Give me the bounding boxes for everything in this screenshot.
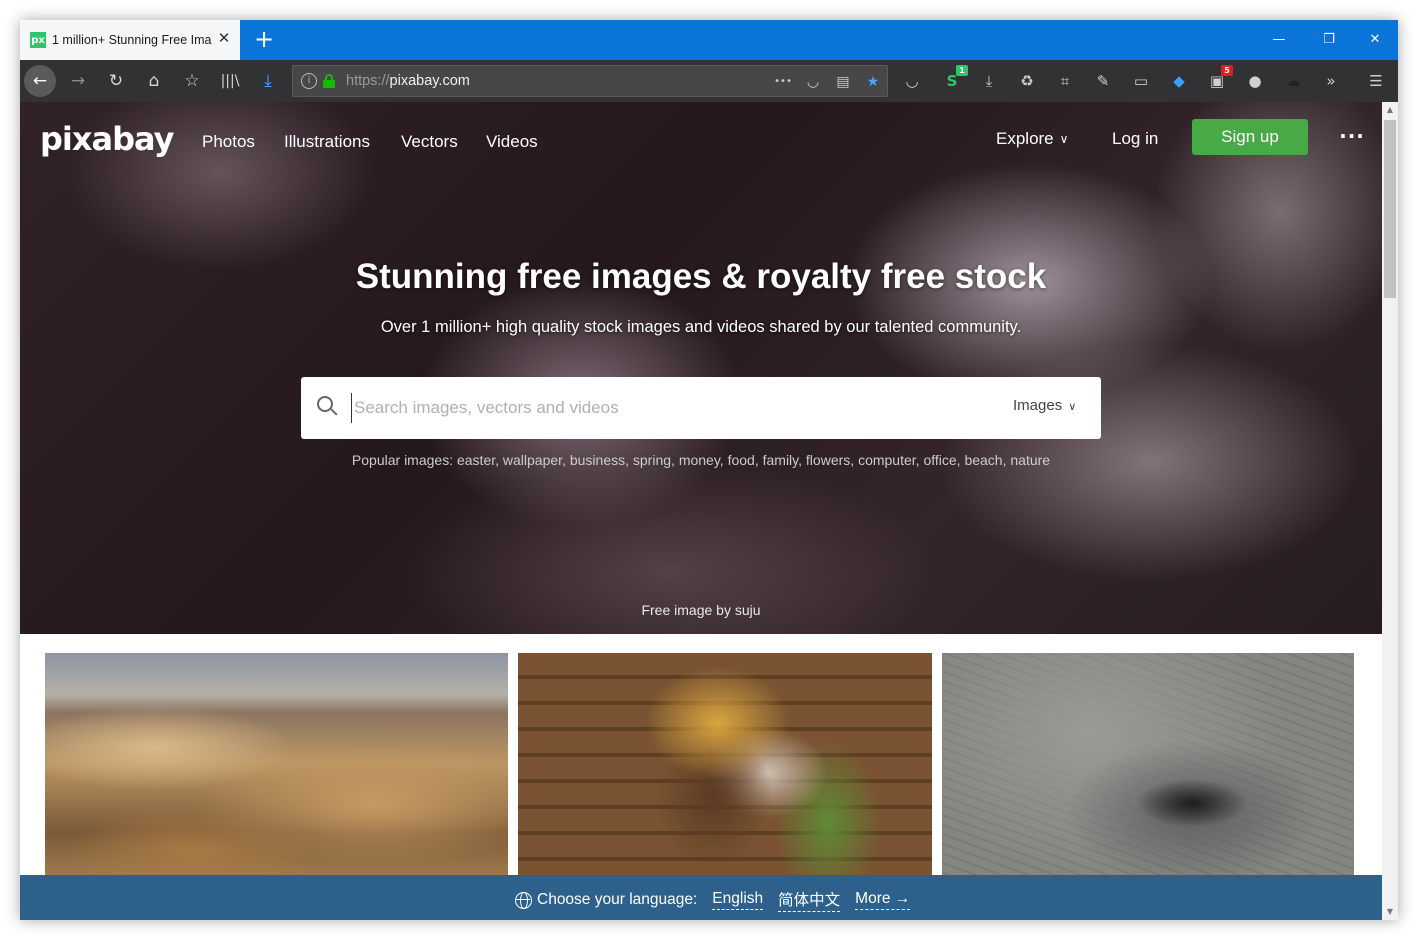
thumbnail-desert[interactable] <box>45 653 508 883</box>
thumbnail-woman[interactable] <box>518 653 932 883</box>
language-chinese[interactable]: 简体中文 <box>778 888 841 912</box>
download-toolbar-icon[interactable]: ⤓ <box>977 69 1001 93</box>
lock-icon[interactable] <box>323 74 335 88</box>
pixabay-favicon-icon: px <box>30 32 46 48</box>
search-type-dropdown[interactable]: Images ∨ <box>1013 397 1076 414</box>
pocket-icon[interactable]: ◡ <box>801 70 825 94</box>
page-actions-icon[interactable]: ••• <box>771 70 795 94</box>
search-box: Images ∨ <box>301 377 1101 439</box>
reader-view-icon[interactable]: ▤ <box>831 70 855 94</box>
scrollbar[interactable]: ▲ ▼ <box>1382 102 1398 920</box>
globe-icon <box>515 891 532 909</box>
popular-tag[interactable]: computer <box>858 452 916 468</box>
diamond-icon[interactable]: ◆ <box>1167 69 1191 93</box>
explore-menu[interactable]: Explore ∨ <box>996 129 1068 149</box>
popular-tag[interactable]: beach <box>964 452 1002 468</box>
tab-bar: px 1 million+ Stunning Free Images ✕ + —… <box>20 20 1398 60</box>
green-s-extension-icon[interactable]: S1 <box>940 65 968 93</box>
nav-illustrations[interactable]: Illustrations <box>284 132 370 152</box>
scroll-thumb[interactable] <box>1384 120 1396 298</box>
scroll-down-arrow-icon[interactable]: ▼ <box>1382 904 1398 920</box>
url-bar[interactable]: i https://pixabay.com ••• ◡ ▤ ★ <box>292 65 888 97</box>
nav-videos[interactable]: Videos <box>486 132 538 152</box>
hero-subline: Over 1 million+ high quality stock image… <box>380 318 1022 336</box>
cloud-icon[interactable]: ☁ <box>1281 69 1305 93</box>
red-extension-badge: 5 <box>1221 65 1233 76</box>
red-extension-icon[interactable]: ▣ 5 <box>1205 65 1233 93</box>
search-type-label: Images <box>1013 397 1063 414</box>
search-input[interactable] <box>351 393 951 423</box>
forward-button[interactable]: → <box>62 65 94 97</box>
popular-tag[interactable]: nature <box>1010 452 1050 468</box>
popular-tag[interactable]: flowers <box>806 452 850 468</box>
crop-icon[interactable]: ⌗ <box>1053 69 1077 93</box>
nav-bar: ← → ↻ ⌂ ☆ |||\ ⤓ i https://pixabay.com •… <box>20 60 1398 102</box>
more-options-icon[interactable]: ··· <box>1338 124 1366 152</box>
popular-tag[interactable]: business <box>570 452 625 468</box>
overflow-chevrons-icon[interactable]: » <box>1319 69 1343 93</box>
info-icon[interactable]: i <box>301 73 317 89</box>
explore-label: Explore <box>996 129 1054 148</box>
chevron-down-icon: ∨ <box>1068 400 1077 413</box>
language-bar: Choose your language: English 简体中文 More … <box>20 875 1382 920</box>
reload-button[interactable]: ↻ <box>100 65 132 97</box>
popular-tag[interactable]: wallpaper <box>503 452 562 468</box>
search-icon[interactable] <box>317 396 339 418</box>
pen-icon[interactable]: ✎ <box>1091 69 1115 93</box>
popular-label: Popular images: <box>351 452 454 468</box>
browser-window: px 1 million+ Stunning Free Images ✕ + —… <box>20 20 1398 920</box>
hamburger-menu-icon[interactable]: ☰ <box>1364 69 1388 93</box>
login-link[interactable]: Log in <box>1112 129 1158 149</box>
library-icon[interactable]: |||\ <box>214 65 246 97</box>
tab-pixabay[interactable]: px 1 million+ Stunning Free Images ✕ <box>20 20 240 60</box>
tab-title: 1 million+ Stunning Free Images <box>52 33 212 47</box>
pixabay-logo[interactable]: pixabay <box>40 120 174 158</box>
language-label: Choose your language: <box>537 891 698 908</box>
popular-tag[interactable]: easter <box>457 452 495 468</box>
chevron-down-icon: ∨ <box>1059 132 1069 146</box>
popular-tag[interactable]: office <box>923 452 956 468</box>
popular-images: Popular images: easter, wallpaper, busin… <box>351 452 1051 468</box>
pocket-toolbar-icon[interactable]: ◡ <box>900 69 924 93</box>
language-english[interactable]: English <box>712 890 764 910</box>
hero-overlay <box>20 102 1382 634</box>
bookmarks-star-icon[interactable]: ☆ <box>176 65 208 97</box>
account-icon[interactable]: ● <box>1243 69 1267 93</box>
language-more-link[interactable]: More → <box>855 890 911 910</box>
restore-button[interactable]: ❐ <box>1306 20 1352 60</box>
url-text[interactable]: https://pixabay.com <box>346 73 470 89</box>
card-icon[interactable]: ▭ <box>1129 69 1153 93</box>
popular-tag[interactable]: food <box>728 452 755 468</box>
image-credit[interactable]: Free image by suju <box>20 602 1382 618</box>
bookmark-star-icon[interactable]: ★ <box>861 70 885 94</box>
tab-close-icon[interactable]: ✕ <box>216 31 232 47</box>
nav-photos[interactable]: Photos <box>202 132 255 152</box>
popular-tag[interactable]: spring <box>633 452 671 468</box>
hero-banner: pixabay Photos Illustrations Vectors Vid… <box>20 102 1382 634</box>
popular-tag[interactable]: family <box>763 452 799 468</box>
minimize-button[interactable]: — <box>1256 20 1302 60</box>
hero-headline: Stunning free images & royalty free stoc… <box>355 257 1047 296</box>
nav-vectors[interactable]: Vectors <box>401 132 458 152</box>
new-tab-button[interactable]: + <box>252 27 276 52</box>
close-window-button[interactable]: ✕ <box>1352 20 1398 60</box>
evernote-icon[interactable]: ♻ <box>1015 69 1039 93</box>
scroll-up-arrow-icon[interactable]: ▲ <box>1382 102 1398 118</box>
popular-tag[interactable]: money <box>679 452 720 468</box>
green-s-badge: 1 <box>956 65 968 76</box>
signup-button[interactable]: Sign up <box>1192 119 1308 155</box>
downloads-icon[interactable]: ⤓ <box>252 65 284 97</box>
home-button[interactable]: ⌂ <box>138 65 170 97</box>
back-button[interactable]: ← <box>24 65 56 97</box>
thumbnail-elephant-eye[interactable] <box>942 653 1354 883</box>
page-content: pixabay Photos Illustrations Vectors Vid… <box>20 102 1382 920</box>
